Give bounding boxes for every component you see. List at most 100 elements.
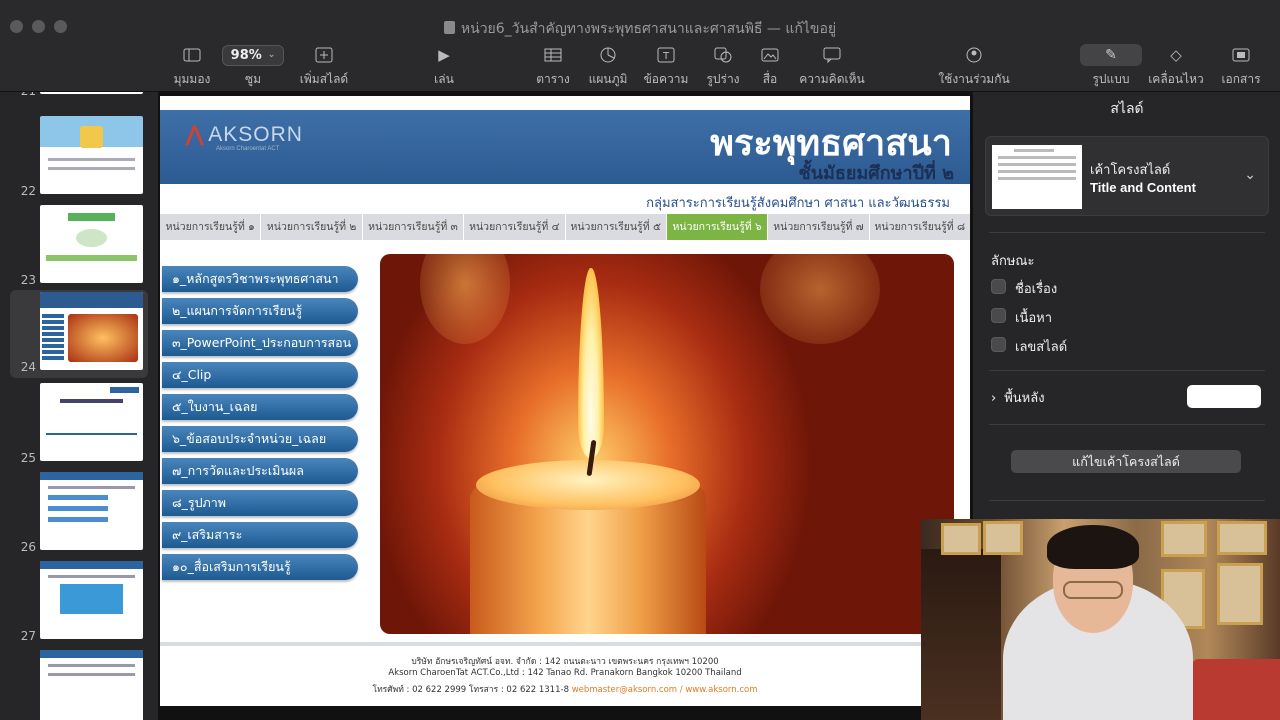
document-icon	[443, 21, 455, 34]
collaborate-icon	[966, 47, 982, 63]
diamond-icon: ◇	[1170, 46, 1182, 64]
background-disclosure[interactable]: › พื้นหลัง	[991, 387, 1045, 408]
tab-unit-2[interactable]: หน่วยการเรียนรู้ที่ ๒	[261, 214, 363, 240]
slide-thumbnail-25[interactable]: 25	[0, 381, 158, 469]
slide-number: 27	[20, 629, 36, 643]
slide-thumbnail-23[interactable]: 23	[0, 203, 158, 291]
paintbrush-icon: ✎	[1105, 47, 1117, 63]
chart-button[interactable]: แผนภูมิ	[584, 44, 632, 88]
slide-preview	[40, 292, 143, 370]
document-button[interactable]: เอกสาร	[1214, 44, 1268, 88]
media-button[interactable]: สื่อ	[752, 44, 788, 88]
tab-unit-5[interactable]: หน่วยการเรียนรู้ที่ ๕	[566, 214, 667, 240]
menu-item-curriculum[interactable]: ๑_หลักสูตรวิชาพระพุทธศาสนา	[162, 266, 358, 292]
slide-subtitle: ชั้นมัธยมศึกษาปีที่ ๒	[798, 163, 954, 184]
slide-thumbnail-24[interactable]: 24	[10, 290, 148, 378]
slide-thumbnail-28[interactable]	[0, 648, 158, 720]
chart-label: แผนภูมิ	[588, 72, 628, 86]
tab-unit-6[interactable]: หน่วยการเรียนรู้ที่ ๖	[666, 214, 769, 240]
menu-item-lesson-plan[interactable]: ๒_แผนการจัดการเรียนรู้	[162, 298, 358, 324]
webcam-presenter-glasses	[1063, 581, 1123, 599]
collaborate-button[interactable]: ใช้งานร่วมกัน	[936, 44, 1012, 88]
text-button[interactable]: T ข้อความ	[642, 44, 690, 88]
webcam-picture-frame	[941, 523, 981, 555]
shape-button[interactable]: รูปร่าง	[700, 44, 746, 88]
webcam-picture-frame	[983, 521, 1023, 555]
menu-item-clip[interactable]: ๔_Clip	[162, 362, 358, 388]
inspector-title: สไลด์	[1110, 101, 1144, 117]
title-checkbox[interactable]	[991, 279, 1006, 294]
text-icon: T	[657, 47, 675, 63]
slide-number: 22	[20, 184, 36, 198]
menu-item-enrichment[interactable]: ๙_เสริมสาระ	[162, 522, 358, 548]
slide-navigator[interactable]: 21 22 23 24 25 26 27	[0, 92, 158, 720]
text-label: ข้อความ	[643, 72, 689, 86]
tab-unit-3[interactable]: หน่วยการเรียนรู้ที่ ๓	[363, 214, 465, 240]
subject-group: กลุ่มสาระการเรียนรู้สังคมศึกษา ศาสนา และ…	[646, 196, 950, 211]
zoom-value: 98%	[230, 47, 262, 63]
slide-preview	[40, 92, 143, 94]
layout-name: Title and Content	[1090, 180, 1196, 195]
slide-thumbnail-22[interactable]: 22	[0, 114, 158, 202]
menu-item-learning-media[interactable]: ๑๐_สื่อเสริมการเรียนรู้	[162, 554, 358, 580]
candle-photo	[380, 254, 954, 634]
slide-thumbnail-26[interactable]: 26	[0, 470, 158, 558]
zoom-select[interactable]: 98% ⌄	[221, 44, 285, 66]
slide-preview	[40, 383, 143, 461]
chevron-down-icon: ⌄	[267, 50, 276, 60]
appearance-label: ลักษณะ	[991, 254, 1035, 269]
tab-unit-1[interactable]: หน่วยการเรียนรู้ที่ ๑	[160, 214, 262, 240]
slide-number: 21	[8, 92, 36, 98]
divider	[989, 500, 1265, 501]
slide-thumbnail-27[interactable]: 27	[0, 559, 158, 647]
view-button[interactable]: มุมมอง	[170, 44, 214, 88]
animate-button[interactable]: ◇ เคลื่อนไหว	[1146, 44, 1206, 88]
webcam-presenter-hair	[1047, 525, 1139, 569]
webcam-overlay	[921, 519, 1280, 720]
menu-item-assessment[interactable]: ๗_การวัดและประเมินผล	[162, 458, 358, 484]
chart-icon	[600, 47, 616, 63]
slide-preview	[40, 650, 143, 720]
footer-web-link[interactable]: webmaster@aksorn.com / www.aksorn.com	[572, 685, 758, 695]
chevron-down-icon[interactable]: ⌄	[1244, 167, 1256, 183]
unit-tabs: หน่วยการเรียนรู้ที่ ๑ หน่วยการเรียนรู้ที…	[160, 214, 970, 240]
logo-tagline: Aksorn Charoentat ACT	[216, 146, 280, 152]
menu-item-images[interactable]: ๘_รูปภาพ	[162, 490, 358, 516]
tab-unit-7[interactable]: หน่วยการเรียนรู้ที่ ๗	[768, 214, 870, 240]
slide-footer: บริษัท อักษรเจริญทัศน์ อจท. จำกัด : 142 …	[160, 642, 970, 706]
logo-mark-icon: ⋀	[186, 123, 205, 146]
current-slide[interactable]: ⋀ AKSORN Aksorn Charoentat ACT พระพุทธศาสน…	[160, 96, 970, 706]
tab-unit-4[interactable]: หน่วยการเรียนรู้ที่ ๔	[464, 214, 566, 240]
slide-layout-picker[interactable]: เค้าโครงสไลด์ Title and Content ⌄	[985, 136, 1269, 216]
tab-unit-8[interactable]: หน่วยการเรียนรู้ที่ ๘	[870, 214, 970, 240]
slide-number-checkbox[interactable]	[991, 337, 1006, 352]
slide-number: 24	[20, 360, 36, 374]
edit-slide-layout-button[interactable]: แก้ไขเค้าโครงสไลด์	[1011, 450, 1241, 473]
play-button[interactable]: ▶ เล่น	[424, 44, 464, 88]
document-panel-icon	[1232, 48, 1250, 62]
comment-button[interactable]: ความคิดเห็น	[796, 44, 868, 88]
footer-contact: โทรศัพท์ : 02 622 2999 โทรสาร : 02 622 1…	[160, 682, 970, 696]
layout-caption: เค้าโครงสไลด์	[1090, 163, 1171, 178]
svg-text:T: T	[662, 51, 670, 62]
menu-item-worksheet[interactable]: ๕_ใบงาน_เฉลย	[162, 394, 358, 420]
webcam-sofa	[1191, 659, 1280, 720]
webcam-shelf	[921, 549, 1001, 720]
slide-number: 23	[20, 273, 36, 287]
background-label: พื้นหลัง	[1004, 391, 1045, 406]
add-slide-button[interactable]: เพิ่มสไลด์	[296, 44, 352, 88]
candle-flame	[578, 268, 604, 458]
aksorn-logo: ⋀ AKSORN Aksorn Charoentat ACT	[186, 122, 303, 152]
slide-canvas[interactable]: ⋀ AKSORN Aksorn Charoentat ACT พระพุทธศาสน…	[158, 92, 972, 720]
table-button[interactable]: ตาราง	[532, 44, 574, 88]
zoom-control[interactable]: 98% ⌄ ซูม	[221, 44, 285, 88]
menu-item-unit-test[interactable]: ๖_ข้อสอบประจำหน่วย_เฉลย	[162, 426, 358, 452]
zoom-label: ซูม	[244, 72, 262, 86]
slide-thumbnail-21[interactable]: 21	[0, 92, 158, 102]
webcam-picture-frame	[1217, 521, 1267, 555]
body-checkbox[interactable]	[991, 308, 1006, 323]
menu-item-powerpoint[interactable]: ๓_PowerPoint_ประกอบการสอน	[162, 330, 358, 356]
background-color-well[interactable]	[1187, 385, 1261, 408]
format-button[interactable]: ✎ รูปแบบ	[1080, 44, 1142, 88]
add-slide-icon	[315, 47, 333, 63]
